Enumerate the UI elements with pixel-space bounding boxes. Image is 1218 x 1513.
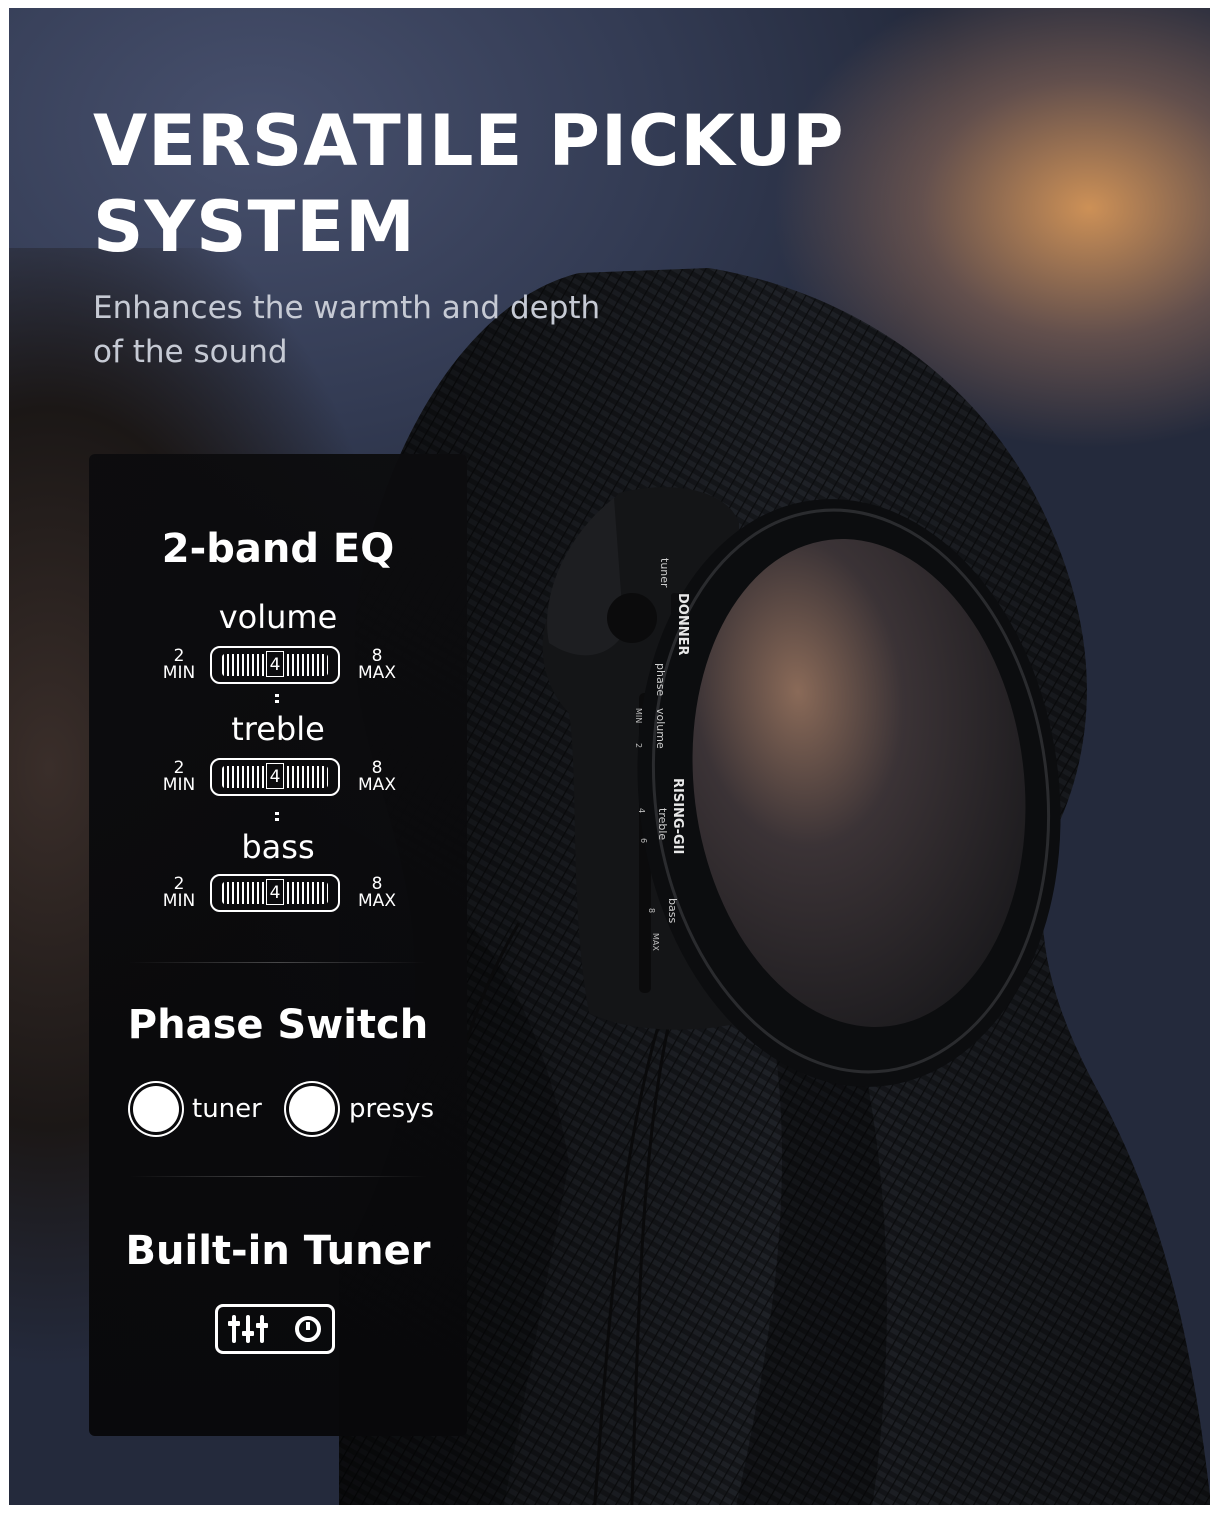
device-treble-text: treble [656,808,669,840]
wheel-value: 4 [266,879,284,905]
device-n2-text: 2 [634,743,643,748]
wheel-value: 4 [266,763,284,789]
device-min-text: MIN [634,708,643,723]
treble-wheel: 4 [210,758,340,796]
eq-slider-bass: 2 MIN 4 8 MAX [89,874,467,918]
device-brand-text: DONNER [675,593,690,656]
feature-panel: 2-band EQ volume 2 MIN 4 8 MAX treble 2 MIN [89,454,467,1436]
eq-title: 2-band EQ [161,526,395,572]
eq-min-volume: 2 MIN [162,646,196,683]
eq-max-bass: 8 MAX [358,874,396,911]
connector-dots [275,694,279,704]
title-line-1: VERSATILE PICKUP [93,100,845,182]
subtitle-line-2: of the sound [93,334,288,370]
eq-band-label-bass: bass [241,828,315,866]
eq-band-label-volume: volume [218,598,338,636]
subtitle-line-1: Enhances the warmth and depth [93,290,601,326]
device-n6-text: 6 [639,838,648,843]
phase-option-tuner: tuner [192,1094,262,1124]
product-banner: DONNER RISING-GII tuner phase volume tre… [9,8,1210,1505]
volume-wheel: 4 [210,646,340,684]
tuner-sliders-icon [215,1304,335,1354]
phase-option-presys: presys [349,1094,435,1124]
eq-min-treble: 2 MIN [162,758,196,795]
device-n8-text: 8 [647,908,656,913]
device-model-text: RISING-GII [670,778,685,854]
device-bass-text: bass [666,898,679,923]
page-title: VERSATILE PICKUP SYSTEM [93,98,845,270]
guitar-body-carbon: DONNER RISING-GII tuner phase volume tre… [339,268,1210,1505]
device-volume-text: volume [654,708,667,749]
built-in-tuner-title: Built-in Tuner [125,1228,431,1274]
phase-presys-radio-icon [289,1086,335,1132]
eq-slider-volume: 2 MIN 4 8 MAX [89,646,467,690]
phase-tuner-radio-icon [133,1086,179,1132]
eq-max-volume: 8 MAX [358,646,396,683]
phase-switch-title: Phase Switch [127,1002,429,1048]
section-divider [129,962,427,963]
section-divider [129,1176,427,1177]
device-max-text: MAX [651,933,660,951]
eq-band-label-treble: treble [231,710,325,748]
device-n4-text: 4 [637,808,646,813]
device-phase-text: phase [654,663,667,696]
eq-max-treble: 8 MAX [358,758,396,795]
bass-wheel: 4 [210,874,340,912]
connector-dots [275,812,279,822]
eq-min-bass: 2 MIN [162,874,196,911]
wheel-value: 4 [266,651,284,677]
device-tuner-text: tuner [658,558,671,588]
eq-slider-treble: 2 MIN 4 8 MAX [89,758,467,802]
page-subtitle: Enhances the warmth and depth of the sou… [93,286,733,374]
title-line-2: SYSTEM [93,186,416,268]
